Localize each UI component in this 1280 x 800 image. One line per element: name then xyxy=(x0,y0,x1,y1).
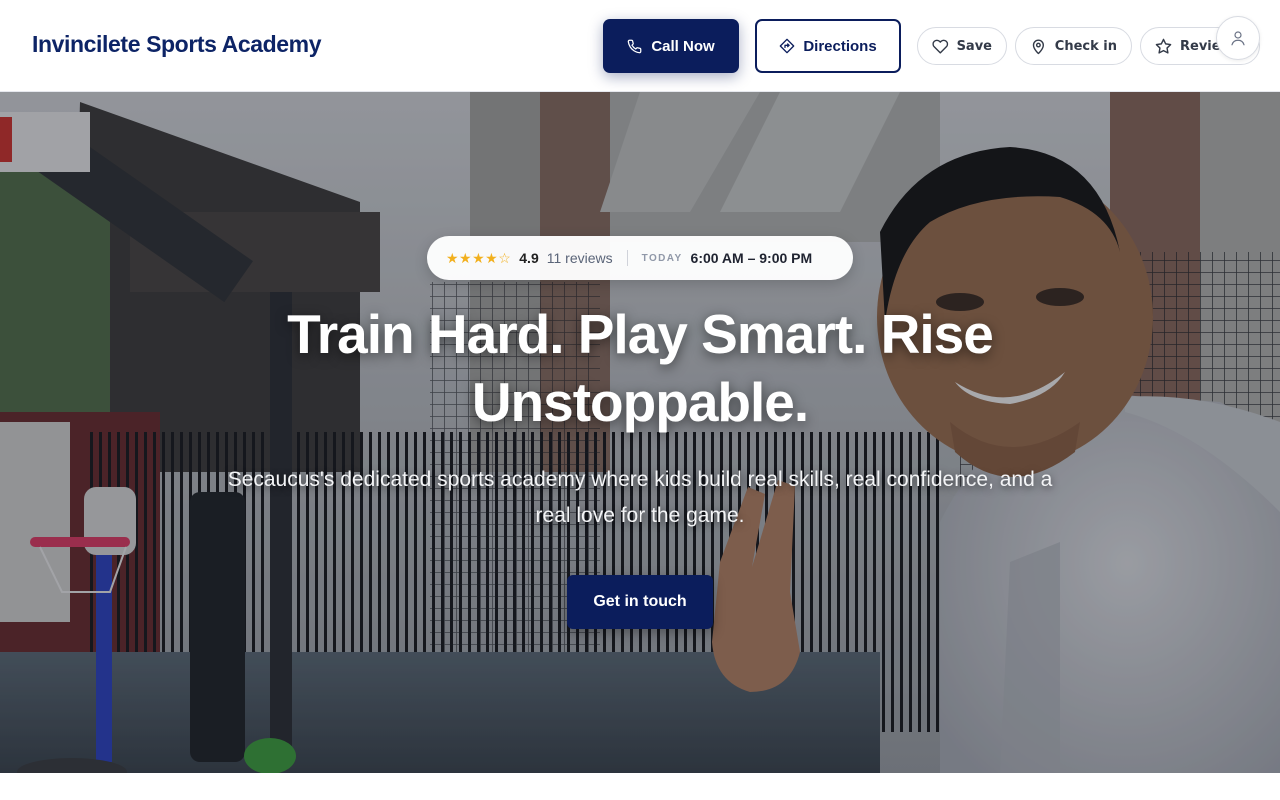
call-now-label: Call Now xyxy=(651,37,715,55)
call-now-button[interactable]: Call Now xyxy=(603,19,739,73)
check-in-button[interactable]: Check in xyxy=(1015,27,1132,65)
phone-icon xyxy=(628,39,642,53)
badge-divider xyxy=(626,250,628,266)
review-count-link[interactable]: 11 reviews xyxy=(547,250,613,266)
directions-button[interactable]: Directions xyxy=(755,19,901,73)
save-label: Save xyxy=(956,38,992,54)
hero-subheadline: Secaucus's dedicated sports academy wher… xyxy=(227,468,1053,527)
rating-hours-badge: ★★★★☆ 4.9 11 reviews TODAY 6:00 AM – 9:0… xyxy=(427,236,853,280)
directions-icon xyxy=(779,38,795,54)
brand-name[interactable]: Invincilete Sports Academy xyxy=(32,31,322,58)
hero-section: ★★★★☆ 4.9 11 reviews TODAY 6:00 AM – 9:0… xyxy=(0,92,1280,773)
star-rating-icons: ★★★★☆ xyxy=(446,249,512,266)
user-account-button[interactable] xyxy=(1216,16,1260,60)
directions-label: Directions xyxy=(803,37,877,55)
get-in-touch-button[interactable]: Get in touch xyxy=(567,575,713,629)
top-navigation-bar: Invincilete Sports Academy Call Now Dire… xyxy=(0,0,1280,92)
rating-value: 4.9 xyxy=(519,250,539,266)
today-label: TODAY xyxy=(641,252,683,264)
check-in-label: Check in xyxy=(1054,38,1117,54)
location-pin-icon xyxy=(1032,39,1044,54)
user-icon xyxy=(1231,31,1245,46)
heart-icon xyxy=(932,39,949,54)
opening-hours: 6:00 AM – 9:00 PM xyxy=(690,250,813,266)
hero-headline: Train Hard. Play Smart. Rise Unstoppable… xyxy=(287,303,994,433)
save-button[interactable]: Save xyxy=(917,27,1007,65)
star-icon xyxy=(1155,38,1172,54)
